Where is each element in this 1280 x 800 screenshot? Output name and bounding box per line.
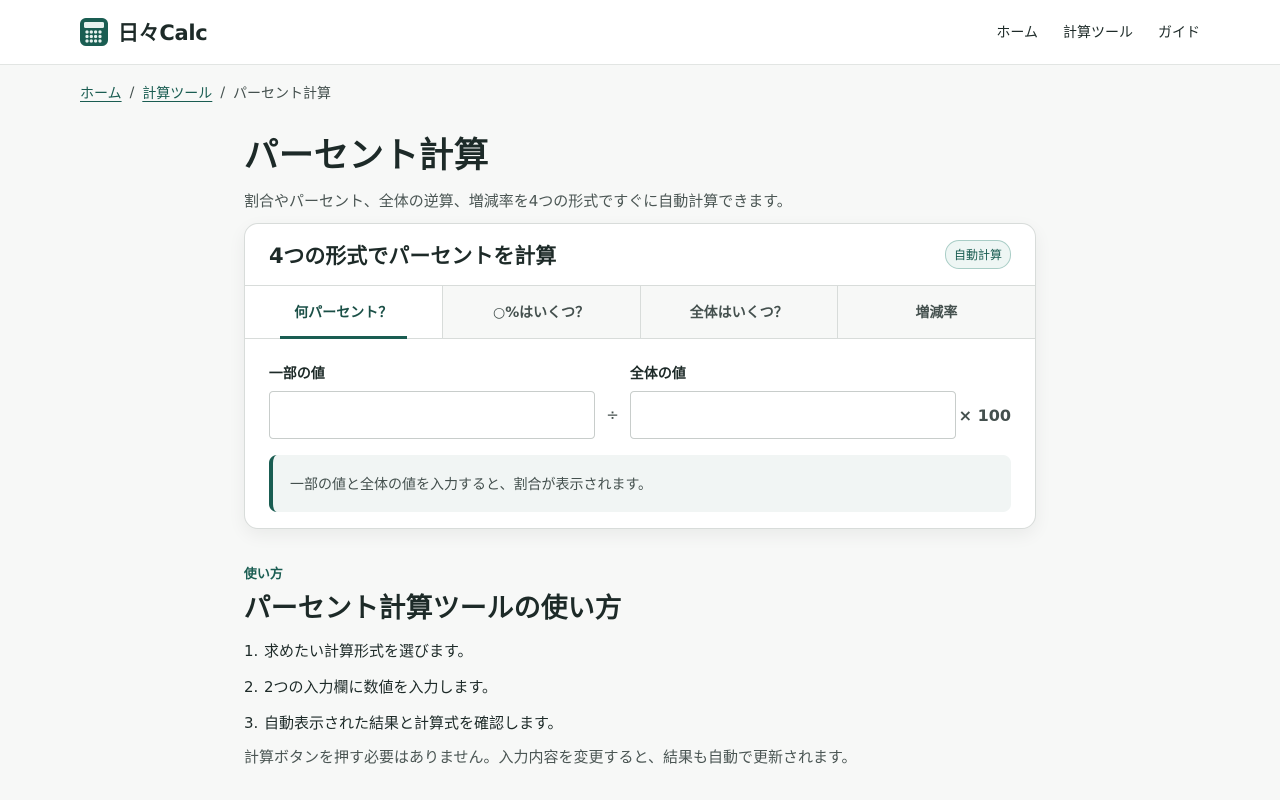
step-number: 1. [244, 642, 259, 660]
calculator-icon [80, 18, 108, 46]
tab-change-rate[interactable]: 増減率 [838, 286, 1035, 338]
step-number: 2. [244, 678, 259, 696]
brand-link[interactable]: 日々Calc [80, 17, 208, 47]
multiplier-label: × 100 [958, 405, 1011, 425]
calc-mode-tabs: 何パーセント？ ○%はいくつ？ 全体はいくつ？ 増減率 [245, 286, 1035, 339]
breadcrumb-current: パーセント計算 [233, 86, 332, 102]
step-text: 自動表示された結果と計算式を確認します。 [264, 714, 563, 732]
step-text: 求めたい計算形式を選びます。 [264, 642, 473, 660]
site-header: 日々Calc ホーム 計算ツール ガイド [0, 0, 1280, 65]
howto-steps: 1. 求めたい計算形式を選びます。 2. 2つの入力欄に数値を入力します。 3.… [244, 640, 1036, 734]
page-title: パーセント計算 [244, 136, 490, 176]
calculator-title: 4つの形式でパーセントを計算 [269, 243, 557, 268]
breadcrumb-separator: / [129, 85, 135, 101]
breadcrumb-separator: / [220, 85, 226, 101]
whole-field: 全体の値 [630, 363, 956, 439]
input-row: 一部の値 ÷ 全体の値 × 100 [269, 363, 1011, 439]
result-message: 一部の値と全体の値を入力すると、割合が表示されます。 [269, 455, 1011, 512]
nav-tools[interactable]: 計算ツール [1063, 22, 1133, 42]
divide-operator: ÷ [606, 406, 619, 424]
breadcrumb-tools[interactable]: 計算ツール [142, 83, 212, 103]
breadcrumb: ホーム / 計算ツール / パーセント計算 [80, 83, 331, 103]
list-item: 3. 自動表示された結果と計算式を確認します。 [244, 712, 1036, 734]
whole-input[interactable] [630, 391, 956, 439]
list-item: 1. 求めたい計算形式を選びます。 [244, 640, 1036, 662]
part-label: 一部の値 [269, 366, 325, 382]
nav-home[interactable]: ホーム [996, 22, 1038, 42]
tab-what-percent[interactable]: 何パーセント？ [245, 286, 443, 339]
calculator-header: 4つの形式でパーセントを計算 自動計算 [245, 224, 1035, 286]
step-number: 3. [244, 714, 259, 732]
howto-note: 計算ボタンを押す必要はありません。入力内容を変更すると、結果も自動で更新されます… [244, 748, 857, 766]
page-lead: 割合やパーセント、全体の逆算、増減率を4つの形式ですぐに自動計算できます。 [244, 192, 792, 210]
howto-kicker: 使い方 [244, 567, 284, 582]
breadcrumb-home[interactable]: ホーム [80, 83, 122, 103]
part-field: 一部の値 [269, 363, 595, 439]
step-text: 2つの入力欄に数値を入力します。 [264, 678, 498, 696]
list-item: 2. 2つの入力欄に数値を入力します。 [244, 676, 1036, 698]
main-content: パーセント計算 割合やパーセント、全体の逆算、増減率を4つの形式ですぐに自動計算… [244, 134, 1036, 767]
brand-name: 日々Calc [118, 21, 208, 45]
tab-find-whole[interactable]: 全体はいくつ？ [640, 286, 839, 338]
part-input[interactable] [269, 391, 595, 439]
main-nav: ホーム 計算ツール ガイド [996, 22, 1200, 42]
calculator-card: 4つの形式でパーセントを計算 自動計算 何パーセント？ ○%はいくつ？ 全体はい… [244, 223, 1036, 529]
auto-calc-badge: 自動計算 [944, 240, 1011, 269]
tab-percent-of[interactable]: ○%はいくつ？ [442, 286, 641, 338]
nav-guide[interactable]: ガイド [1158, 22, 1200, 42]
whole-label: 全体の値 [630, 366, 686, 382]
howto-title: パーセント計算ツールの使い方 [244, 593, 622, 624]
calculator-body: 一部の値 ÷ 全体の値 × 100 一部の値と全体の値を入力すると、割合が表示さ… [245, 339, 1035, 528]
